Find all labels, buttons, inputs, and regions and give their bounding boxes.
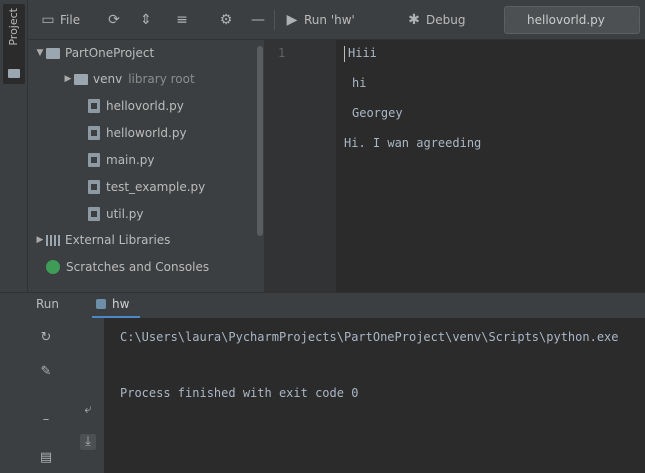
file-icon: ▭ xyxy=(41,12,55,28)
folder-icon xyxy=(74,73,88,85)
print-icon[interactable]: ▤ xyxy=(38,450,54,466)
collapse-icon: ⇕ xyxy=(140,12,152,28)
refresh-button[interactable]: ⟳ xyxy=(106,10,122,30)
chevron-right-icon: ▶ xyxy=(36,235,44,245)
refresh-icon: ⟳ xyxy=(108,12,120,28)
folder-icon xyxy=(8,69,20,78)
library-icon xyxy=(46,234,60,246)
run-side-toolbar: ↻ ✎ – ⤶ ⤓ ▤ xyxy=(0,318,104,473)
tree-file[interactable]: main.py xyxy=(28,149,256,171)
tree-item-venv-label: venv xyxy=(93,72,123,86)
tree-file-label: test_example.py xyxy=(106,180,206,194)
run-console[interactable]: C:\Users\laura\PycharmProjects\PartOnePr… xyxy=(104,318,645,473)
left-tool-strip: Project xyxy=(0,0,28,292)
tree-item-venv[interactable]: ▶ venv library root xyxy=(28,68,256,90)
main-toolbar: ▭ File ⟳ ⇕ ≡ ⚙ — ▶ Run 'hw' ✱ Debug hell… xyxy=(28,0,645,40)
console-line: Process finished with exit code 0 xyxy=(120,386,359,400)
tree-file[interactable]: test_example.py xyxy=(28,176,256,198)
scratches-icon xyxy=(46,260,60,274)
tree-file[interactable]: hellovorld.py xyxy=(28,95,256,117)
code-line: hi xyxy=(352,76,367,90)
external-libraries-label: External Libraries xyxy=(65,233,171,247)
tree-file-label: util.py xyxy=(106,207,144,221)
file-button-label: File xyxy=(60,13,81,27)
debug-button[interactable]: ✱ Debug xyxy=(406,10,465,30)
python-file-icon xyxy=(88,126,100,140)
python-file-icon xyxy=(88,180,100,194)
tab-hw[interactable]: hw xyxy=(96,297,129,311)
settings-button[interactable]: ⚙ xyxy=(218,10,234,30)
project-tab-label: Project xyxy=(7,8,20,46)
console-line: C:\Users\laura\PycharmProjects\PartOnePr… xyxy=(120,330,619,344)
tree-item-external-libraries[interactable]: ▶ External Libraries xyxy=(28,229,256,251)
tree-file-label: hellovorld.py xyxy=(106,99,184,113)
run-tool-window-header: Run hw xyxy=(0,292,645,319)
tab-run[interactable]: Run xyxy=(36,297,59,311)
sort-icon: ≡ xyxy=(176,12,188,28)
text-caret xyxy=(344,46,345,62)
line-number: 1 xyxy=(278,46,286,60)
soft-wrap-icon[interactable]: ⤶ xyxy=(80,402,96,418)
run-button[interactable]: ▶ Run 'hw' xyxy=(284,10,355,30)
tab-hw-label: hw xyxy=(112,297,130,311)
gear-icon: ⚙ xyxy=(219,12,233,28)
scratches-label: Scratches and Consoles xyxy=(66,260,210,274)
project-tree: ▼ PartOneProject ▶ venv library root hel… xyxy=(28,40,264,292)
wrench-icon[interactable]: ✎ xyxy=(38,364,54,380)
chevron-down-icon: ▼ xyxy=(36,48,44,58)
debug-button-label: Debug xyxy=(426,13,466,27)
project-tool-tab[interactable]: Project xyxy=(3,4,25,84)
minus-icon: — xyxy=(251,12,265,28)
bug-icon: ✱ xyxy=(408,12,420,28)
file-button[interactable]: ▭ File xyxy=(40,10,80,30)
play-icon: ▶ xyxy=(286,12,298,28)
editor-gutter: 1 xyxy=(264,40,336,292)
scroll-to-end-icon[interactable]: ⤓ xyxy=(80,434,96,450)
collapse-button[interactable]: ⇕ xyxy=(138,10,154,30)
rerun-icon[interactable]: ↻ xyxy=(38,330,54,346)
stop-icon[interactable]: – xyxy=(38,412,54,428)
tree-root-label: PartOneProject xyxy=(65,46,155,60)
python-icon xyxy=(96,299,106,309)
sort-button[interactable]: ≡ xyxy=(174,10,190,30)
code-line: Hi. I wan agreeding xyxy=(344,136,482,150)
tree-scrollbar[interactable] xyxy=(256,40,264,292)
tree-file-label: helloworld.py xyxy=(106,126,187,140)
tree-item-scratches[interactable]: Scratches and Consoles xyxy=(28,256,256,278)
code-line: Hiii xyxy=(348,46,377,60)
tree-file[interactable]: util.py xyxy=(28,203,256,225)
python-file-icon xyxy=(88,153,100,167)
python-file-icon xyxy=(88,99,100,113)
code-editor[interactable]: Hiii hi Georgey Hi. I wan agreeding xyxy=(336,40,645,292)
chevron-right-icon: ▶ xyxy=(64,74,72,84)
python-file-icon xyxy=(88,207,100,221)
folder-icon xyxy=(46,47,60,59)
toolbar-separator xyxy=(274,10,275,30)
tree-root[interactable]: ▼ PartOneProject xyxy=(28,42,256,64)
tree-file-label: main.py xyxy=(106,153,155,167)
hide-button[interactable]: — xyxy=(250,10,266,30)
run-config-label: hellovorld.py xyxy=(527,13,605,27)
library-root-hint: library root xyxy=(128,72,195,86)
code-line: Georgey xyxy=(352,106,403,120)
tree-file[interactable]: helloworld.py xyxy=(28,122,256,144)
run-config-selector[interactable]: hellovorld.py xyxy=(504,6,640,34)
run-button-label: Run 'hw' xyxy=(304,13,355,27)
tree-scrollbar-thumb[interactable] xyxy=(257,46,263,236)
